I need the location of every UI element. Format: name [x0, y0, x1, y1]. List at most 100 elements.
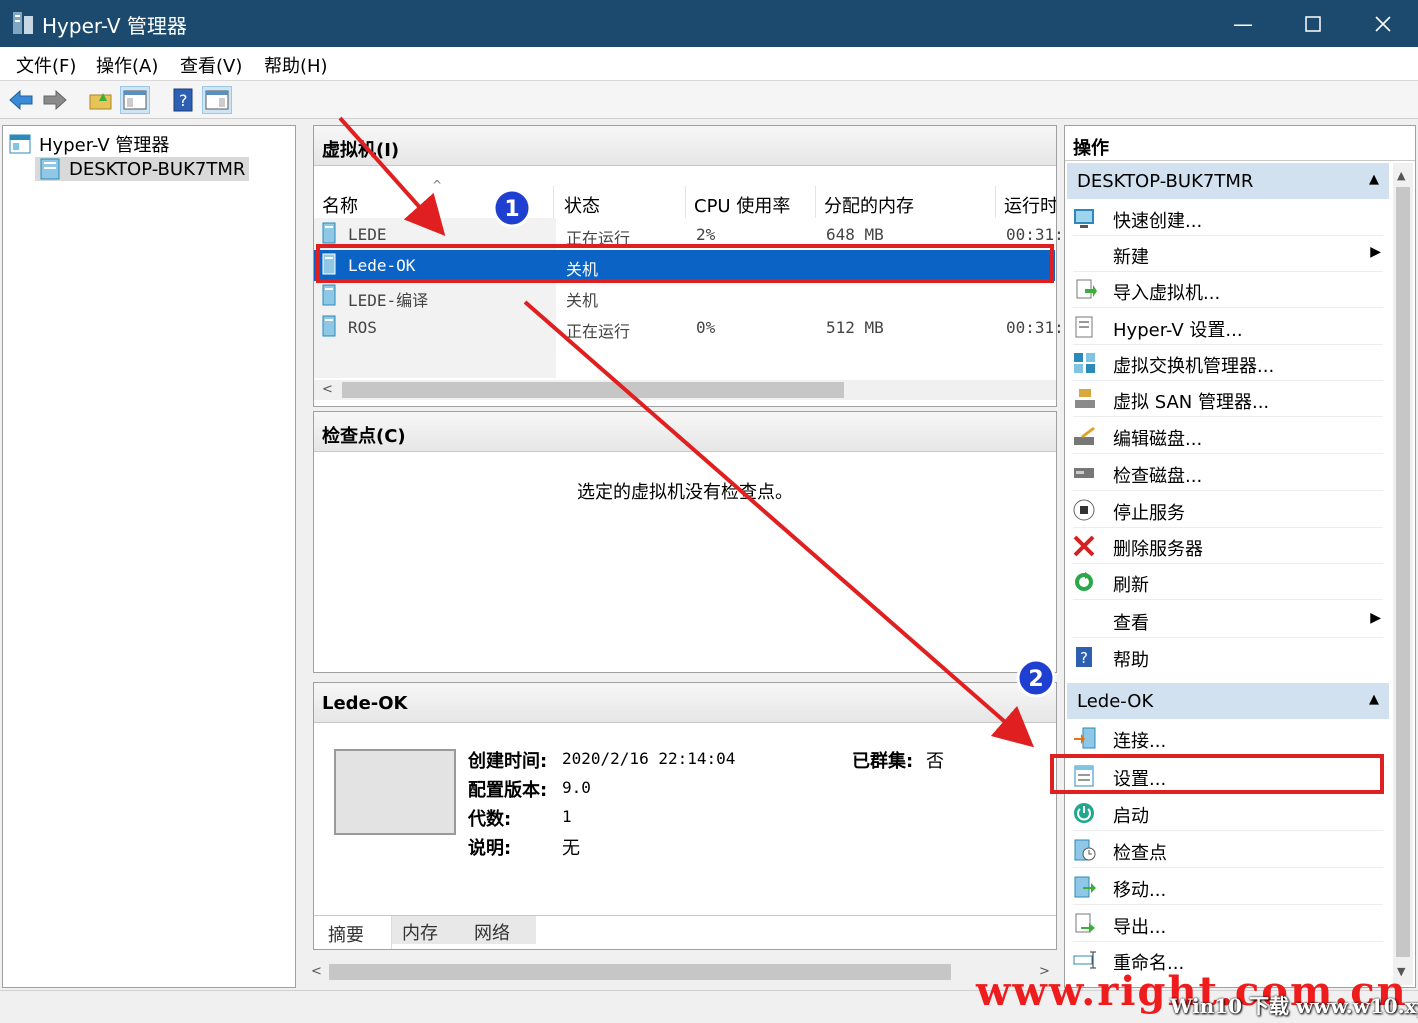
- notes-label: 说明:: [468, 838, 512, 859]
- actions-pane: 操作 DESKTOP-BUK7TMR ▲ 快速创建... 新建 ▶ 导入虚拟机.…: [1064, 125, 1416, 988]
- checkpoint-panel: 检查点(C) 选定的虚拟机没有检查点。: [313, 411, 1057, 673]
- created-label: 创建时间:: [468, 751, 548, 772]
- details-panel-header: Lede-OK: [314, 683, 1056, 723]
- console-tree-icon: [123, 90, 147, 110]
- vm-uptime: 00:31:: [1006, 225, 1064, 244]
- hyperv-manager-icon: [9, 134, 31, 154]
- menu-view[interactable]: 查看(V): [180, 52, 242, 78]
- action-view[interactable]: 查看 ▶: [1073, 602, 1383, 638]
- close-icon: [1375, 15, 1391, 32]
- tree-server[interactable]: DESKTOP-BUK7TMR: [35, 157, 250, 181]
- back-button[interactable]: [6, 86, 36, 114]
- checkpoint-empty-text: 选定的虚拟机没有检查点。: [577, 482, 793, 503]
- maximize-icon: [1305, 15, 1321, 32]
- action-import-vm[interactable]: 导入虚拟机...: [1073, 272, 1383, 308]
- sort-chevron-icon: ^: [432, 178, 443, 192]
- menu-help[interactable]: 帮助(H): [264, 52, 328, 78]
- tab-summary[interactable]: 摘要: [318, 916, 392, 949]
- col-cpu[interactable]: CPU 使用率: [686, 186, 816, 218]
- vm-list-hscrollbar[interactable]: <: [314, 380, 1056, 400]
- vm-icon: [322, 284, 336, 306]
- action-stop-service[interactable]: 停止服务: [1073, 492, 1383, 528]
- vm-settings-icon: [1074, 765, 1094, 787]
- close-button[interactable]: [1348, 0, 1418, 47]
- col-uptime[interactable]: 运行时: [996, 186, 1056, 218]
- folder-up-icon: [89, 93, 112, 110]
- action-san-manager[interactable]: 虚拟 SAN 管理器...: [1073, 381, 1383, 417]
- action-remove-server[interactable]: 删除服务器: [1073, 528, 1383, 564]
- action-connect[interactable]: 连接...: [1073, 720, 1383, 756]
- action-refresh[interactable]: 刷新: [1073, 564, 1383, 600]
- action-inspect-disk[interactable]: 检查磁盘...: [1073, 455, 1383, 491]
- actions-divider: [1065, 160, 1415, 161]
- server-icon: [40, 158, 60, 180]
- maximize-button[interactable]: [1278, 0, 1348, 47]
- action-move[interactable]: 移动...: [1073, 869, 1383, 905]
- switch-icon: [1074, 353, 1095, 373]
- vm-cpu: 2%: [696, 225, 716, 244]
- action-new[interactable]: 新建 ▶: [1073, 236, 1383, 272]
- connect-icon: [1074, 727, 1096, 749]
- clustered-value: 否: [926, 751, 944, 772]
- scroll-thumb[interactable]: [329, 964, 951, 980]
- center-hscrollbar[interactable]: < >: [305, 962, 1057, 982]
- vm-panel: 虚拟机(I) 名称 ^ 状态 CPU 使用率 分配的内存 运行时 LEDE 正在…: [313, 125, 1064, 407]
- config-value: 9.0: [562, 778, 591, 797]
- checkpoint-panel-header: 检查点(C): [314, 412, 1056, 452]
- collapse-icon[interactable]: ▲: [1369, 172, 1379, 187]
- vm-row-selected[interactable]: Lede-OK 关机: [314, 250, 1055, 281]
- move-icon: [1074, 876, 1096, 898]
- scroll-up-icon[interactable]: ▲: [1397, 169, 1405, 182]
- minimize-button[interactable]: —: [1208, 0, 1278, 47]
- actions-vscrollbar[interactable]: ▲ ▼: [1393, 163, 1413, 985]
- action-quick-create[interactable]: 快速创建...: [1073, 200, 1383, 236]
- details-panel: Lede-OK 创建时间: 2020/2/16 22:14:04 配置版本: 9…: [313, 682, 1057, 950]
- action-vm-settings[interactable]: 设置...: [1073, 758, 1383, 794]
- generation-label: 代数:: [468, 809, 512, 830]
- title-bar: Hyper-V 管理器 —: [0, 0, 1418, 47]
- vm-icon: [322, 315, 336, 337]
- action-switch-manager[interactable]: 虚拟交换机管理器...: [1073, 345, 1383, 381]
- edit-disk-icon: [1074, 427, 1095, 445]
- window-title: Hyper-V 管理器: [42, 14, 187, 38]
- submenu-arrow-icon: ▶: [1370, 610, 1381, 626]
- inspect-disk-icon: [1074, 468, 1094, 478]
- forward-button[interactable]: [40, 86, 70, 114]
- vm-state: 关机: [566, 291, 599, 310]
- hyperv-app-icon: [13, 12, 33, 34]
- tab-network[interactable]: 网络: [464, 916, 536, 944]
- submenu-arrow-icon: ▶: [1370, 244, 1381, 260]
- scroll-left-icon[interactable]: <: [322, 382, 333, 397]
- scroll-left-icon[interactable]: <: [311, 964, 322, 979]
- col-memory[interactable]: 分配的内存: [816, 186, 996, 218]
- action-help[interactable]: ? 帮助: [1073, 639, 1383, 675]
- col-state[interactable]: 状态: [556, 186, 686, 218]
- svg-text:?: ?: [179, 91, 188, 110]
- menu-file[interactable]: 文件(F): [16, 52, 76, 78]
- action-export[interactable]: 导出...: [1073, 906, 1383, 942]
- help-icon: ?: [1076, 647, 1092, 667]
- quick-create-icon: [1074, 209, 1094, 228]
- menu-action[interactable]: 操作(A): [96, 52, 158, 78]
- help-toolbar-button[interactable]: ?: [168, 86, 198, 114]
- scroll-thumb[interactable]: [1396, 187, 1410, 957]
- vm-row[interactable]: LEDE-编译 关机: [314, 281, 1055, 312]
- show-tree-button[interactable]: [120, 86, 150, 114]
- show-actions-button[interactable]: [202, 86, 232, 114]
- scroll-thumb[interactable]: [342, 382, 844, 398]
- action-checkpoint[interactable]: 检查点: [1073, 832, 1383, 868]
- collapse-icon[interactable]: ▲: [1369, 692, 1379, 707]
- action-hyperv-settings[interactable]: Hyper-V 设置...: [1073, 309, 1383, 345]
- action-start[interactable]: 启动: [1073, 795, 1383, 831]
- action-group-server[interactable]: DESKTOP-BUK7TMR ▲: [1067, 163, 1389, 199]
- details-tabs: 摘要 内存 网络: [314, 915, 1056, 949]
- tab-memory[interactable]: 内存: [392, 916, 464, 944]
- vm-row[interactable]: ROS 正在运行 0% 512 MB 00:31:: [314, 312, 1064, 343]
- vm-row[interactable]: LEDE 正在运行 2% 648 MB 00:31:: [314, 219, 1064, 250]
- tree-root[interactable]: Hyper-V 管理器: [9, 131, 169, 157]
- up-folder-button[interactable]: [86, 86, 116, 114]
- watermark-small: Win10 下载 www.w10.xyz: [1170, 994, 1418, 1018]
- action-edit-disk[interactable]: 编辑磁盘...: [1073, 418, 1383, 454]
- action-group-vm[interactable]: Lede-OK ▲: [1067, 683, 1389, 719]
- notes-value: 无: [562, 838, 580, 859]
